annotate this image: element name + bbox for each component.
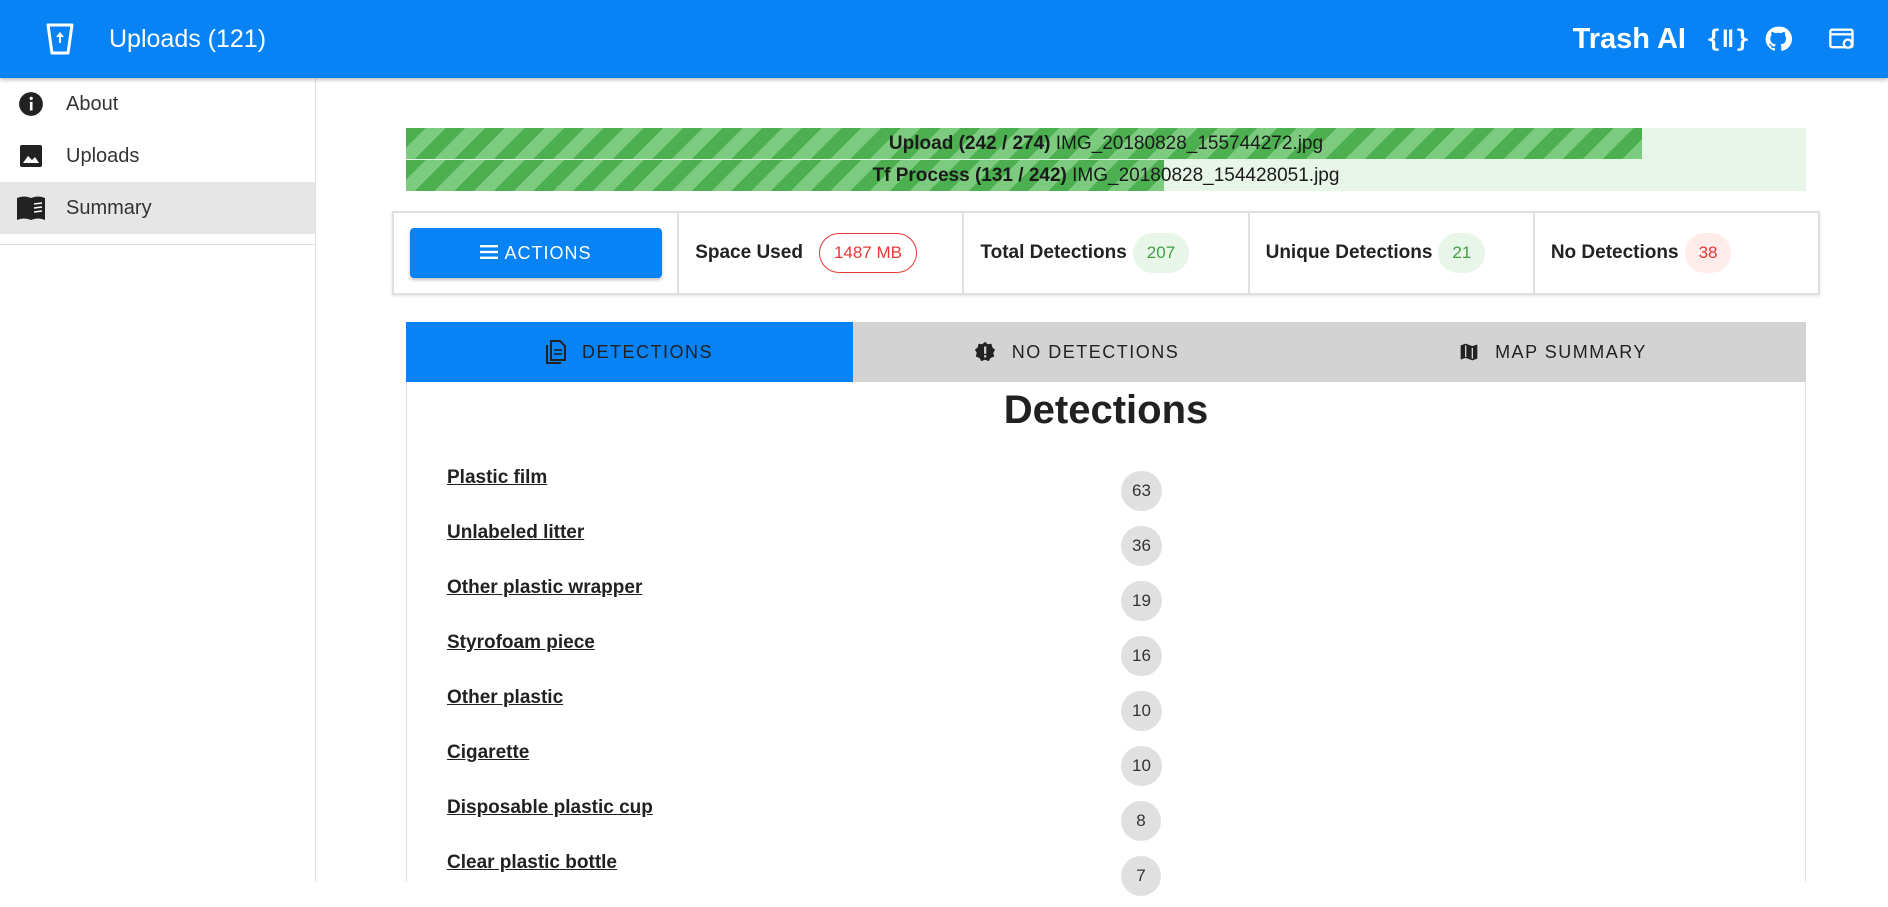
upload-label: Upload [888,133,954,154]
tab-label: MAP SUMMARY [1495,341,1647,362]
tf-file: IMG_20180828_154428051.jpg [1072,165,1340,186]
detection-link[interactable]: Disposable plastic cup [447,797,653,819]
detection-count: 36 [1121,526,1162,566]
detections-heading: Detections [1003,388,1209,432]
menu-icon [480,243,499,264]
unique-detections-chip: 21 [1438,233,1486,273]
detection-count: 10 [1121,691,1162,731]
brand-name: Trash AI [1572,22,1686,55]
tf-label: Tf Process [872,165,970,186]
tab-label: DETECTIONS [581,341,713,362]
nav-item-label: Summary [66,196,152,219]
settings-app-icon[interactable] [1820,17,1864,61]
detection-link[interactable]: Other plastic [447,687,563,709]
app-logo-icon[interactable] [40,19,80,59]
detection-link[interactable]: Plastic film [447,467,547,489]
nav-item-about[interactable]: About [0,78,315,130]
total-detections-cell: Total Detections 207 [964,213,1250,293]
no-detections-cell: No Detections 38 [1535,213,1818,293]
list-item: Cigarette 10 [447,742,1447,797]
summary-stats: ACTIONS Space Used 1487 MB Total Detecti… [392,211,1820,295]
document-icon [545,340,566,364]
nav-item-uploads[interactable]: Uploads [0,130,315,182]
api-braces-icon[interactable]: {ǁ} [1706,17,1750,61]
unique-detections-label: Unique Detections [1265,242,1433,263]
list-item: Other plastic 10 [447,687,1447,742]
total-detections-chip: 207 [1132,233,1190,273]
tf-counts: (131 / 242) [974,165,1067,186]
total-detections-label: Total Detections [980,242,1127,263]
detection-count: 19 [1121,581,1162,621]
list-item: Clear plastic bottle 7 [447,852,1447,907]
tf-progress-text: Tf Process (131 / 242) IMG_20180828_1544… [406,160,1806,191]
drawer-divider [0,244,315,245]
detection-count: 10 [1121,746,1162,786]
upload-progress: Upload (242 / 274) IMG_20180828_15574427… [406,128,1806,191]
actions-cell: ACTIONS [394,213,680,293]
tab-map-summary[interactable]: MAP SUMMARY [1300,322,1806,382]
detections-panel: Detections Plastic film 63 Unlabeled lit… [406,382,1806,896]
github-icon[interactable] [1756,17,1800,61]
image-icon [16,141,46,171]
alert-badge-icon [974,341,996,363]
detection-link[interactable]: Cigarette [447,742,529,764]
space-used-chip: 1487 MB [818,233,917,273]
detection-link[interactable]: Other plastic wrapper [447,577,642,599]
nav-item-summary[interactable]: Summary [0,182,315,234]
summary-tabs: DETECTIONS NO DETECTIONS MAP SUMMARY [406,322,1806,382]
detections-list: Plastic film 63 Unlabeled litter 36 Othe… [447,467,1447,907]
list-item: Other plastic wrapper 19 [447,577,1447,632]
detection-link[interactable]: Styrofoam piece [447,632,595,654]
upload-progress-text: Upload (242 / 274) IMG_20180828_15574427… [406,128,1806,159]
info-icon [16,89,46,119]
page-title: Uploads (121) [109,24,267,53]
upload-file: IMG_20180828_155744272.jpg [1055,133,1324,154]
list-item: Disposable plastic cup 8 [447,797,1447,852]
detection-count: 63 [1121,471,1162,511]
space-used-label: Space Used [695,242,803,263]
map-icon [1459,342,1479,362]
detection-link[interactable]: Unlabeled litter [447,522,584,544]
nav-item-label: About [66,92,119,115]
detection-link[interactable]: Clear plastic bottle [447,852,617,874]
tab-no-detections[interactable]: NO DETECTIONS [853,322,1300,382]
detection-count: 7 [1121,856,1161,896]
tab-label: NO DETECTIONS [1011,341,1180,362]
tab-detections[interactable]: DETECTIONS [406,322,853,382]
navigation-drawer: About Uploads Summary [0,78,316,882]
no-detections-label: No Detections [1550,242,1679,263]
list-item: Plastic film 63 [447,467,1447,522]
list-item: Unlabeled litter 36 [447,522,1447,577]
detection-count: 8 [1121,801,1161,841]
book-icon [16,193,46,223]
no-detections-chip: 38 [1684,233,1732,273]
nav-item-label: Uploads [66,144,140,167]
app-bar: Uploads (121) Trash AI {ǁ} [0,0,1888,78]
list-item: Styrofoam piece 16 [447,632,1447,687]
detection-count: 16 [1121,636,1162,676]
actions-label: ACTIONS [504,242,592,263]
unique-detections-cell: Unique Detections 21 [1250,213,1535,293]
space-used-cell: Space Used 1487 MB [679,213,965,293]
upload-counts: (242 / 274) [958,133,1051,154]
actions-button[interactable]: ACTIONS [410,228,662,278]
